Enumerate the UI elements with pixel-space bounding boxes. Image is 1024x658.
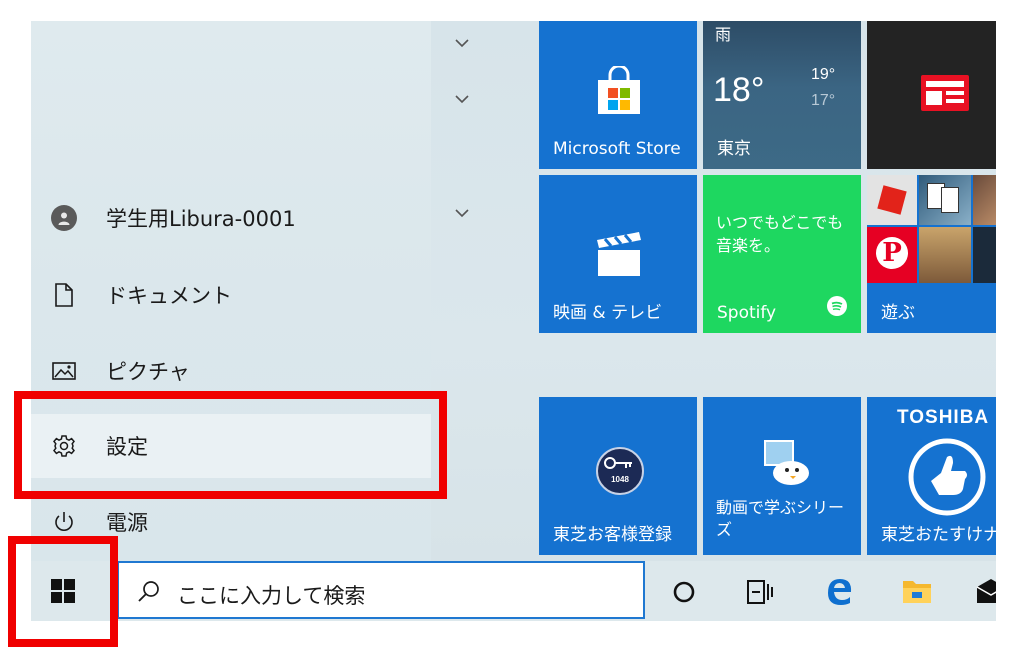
file-explorer-icon[interactable] — [902, 577, 932, 610]
pinterest-icon: P — [867, 227, 917, 283]
news-icon — [921, 75, 969, 116]
tile-weather[interactable]: 雨 18° 19° 17° 東京 — [703, 21, 861, 169]
collapse-chevron-icon[interactable] — [452, 36, 472, 50]
menu-item-label: ドキュメント — [106, 284, 232, 308]
roblox-icon — [867, 175, 917, 225]
thumbs-up-icon — [907, 437, 987, 522]
game-thumbnail — [973, 227, 996, 283]
tile-movies-tv[interactable]: 映画 & テレビ — [539, 175, 697, 333]
tile-video-learning[interactable]: 動画で学ぶシリー ズ — [703, 397, 861, 555]
task-view-icon[interactable] — [747, 580, 773, 609]
weather-condition: 雨 — [715, 25, 732, 44]
search-placeholder: ここに入力して検索 — [177, 584, 366, 608]
tile-label: 動画で学ぶシリー ズ — [716, 498, 845, 539]
game-thumbnail — [919, 227, 971, 283]
taskbar-search-box[interactable]: ここに入力して検索 — [117, 561, 645, 619]
cortana-icon[interactable] — [672, 580, 696, 609]
weather-temperature: 18° — [713, 71, 765, 109]
spotify-logo-icon — [827, 296, 847, 321]
tile-toshiba-registration[interactable]: 1048 東芝お客様登録 — [539, 397, 697, 555]
registration-badge-number: 1048 — [611, 475, 629, 484]
clapperboard-icon — [595, 230, 643, 281]
menu-item-label: ピクチャ — [106, 360, 190, 384]
weather-city: 東京 — [717, 139, 751, 159]
tile-toshiba-help[interactable]: TOSHIBA 東芝おたすけナ — [867, 397, 996, 555]
weather-high: 19° — [811, 66, 836, 83]
tile-games[interactable]: P 遊ぶ — [867, 175, 996, 333]
power-icon — [51, 509, 77, 535]
weather-low: 17° — [811, 92, 836, 109]
highlight-box-start-button — [8, 536, 118, 647]
user-avatar-icon — [51, 205, 77, 231]
edge-browser-icon[interactable] — [824, 576, 854, 611]
mascot-icon — [757, 437, 813, 494]
tile-label: Spotify — [717, 303, 777, 323]
user-name: 学生用Libura-0001 — [106, 207, 296, 231]
store-bag-icon — [596, 64, 642, 119]
tile-label: 東芝お客様登録 — [553, 525, 672, 545]
tile-microsoft-store[interactable]: Microsoft Store — [539, 21, 697, 169]
collapse-chevron-icon[interactable] — [452, 92, 472, 106]
tile-label: Microsoft Store — [553, 139, 681, 159]
search-icon — [137, 579, 161, 608]
menu-item-documents[interactable]: ドキュメント — [31, 263, 431, 327]
tile-label: 映画 & テレビ — [553, 303, 663, 323]
game-thumbnail — [973, 175, 996, 225]
tile-label: 遊ぶ — [881, 303, 915, 323]
solitaire-icon — [919, 175, 971, 225]
mail-icon[interactable] — [976, 577, 996, 605]
user-account-item[interactable]: 学生用Libura-0001 — [31, 186, 431, 250]
collapse-chevron-icon[interactable] — [452, 206, 472, 220]
registration-key-icon: 1048 — [596, 447, 644, 495]
tile-label: 東芝おたすけナ — [881, 525, 996, 545]
games-thumbnails: P — [867, 175, 996, 285]
toshiba-brand-text: TOSHIBA — [897, 407, 990, 428]
tile-news[interactable] — [867, 21, 996, 169]
highlight-box-settings — [14, 391, 447, 499]
menu-item-label: 電源 — [106, 511, 148, 535]
taskbar: ここに入力して検索 — [31, 561, 996, 621]
picture-icon — [51, 358, 77, 384]
tile-spotify[interactable]: いつでもどこでも 音楽を。 Spotify — [703, 175, 861, 333]
document-icon — [51, 282, 77, 308]
spotify-tagline: いつでもどこでも 音楽を。 — [716, 213, 844, 255]
